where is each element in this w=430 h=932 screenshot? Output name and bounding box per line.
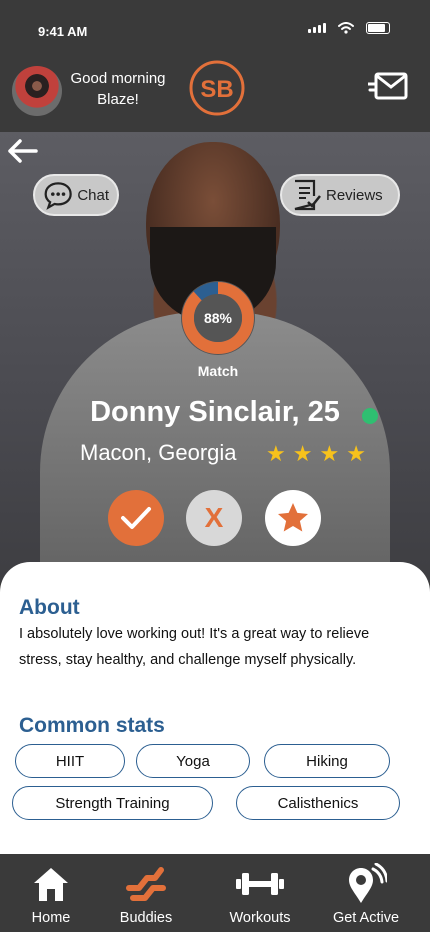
- about-text: I absolutely love working out! It's a gr…: [19, 626, 370, 668]
- reviews-button[interactable]: Reviews: [280, 174, 400, 216]
- rating-star-icon: ★: [346, 441, 366, 466]
- rating-star-icon: ★: [292, 441, 313, 466]
- rating-star-icon: ★: [319, 441, 340, 466]
- bottom-tab-bar: Home Buddies Workouts Get Active: [0, 854, 430, 932]
- stat-chip[interactable]: Strength Training: [12, 786, 213, 820]
- tab-home-label: Home: [31, 910, 71, 926]
- status-icons: [308, 22, 390, 34]
- wifi-icon: [338, 22, 354, 34]
- checkmark-icon: [121, 507, 151, 529]
- common-stats-title: Common stats: [19, 714, 165, 737]
- star-icon: [278, 503, 308, 532]
- tab-get-active[interactable]: Get Active: [326, 854, 406, 932]
- reject-button[interactable]: X: [186, 490, 242, 546]
- profile-hero: Chat Reviews 88% Match Donny Sinclair, 2…: [0, 132, 430, 582]
- signal-icon: [308, 23, 326, 33]
- match-label: Match: [197, 363, 239, 379]
- rating-star-icon: ★: [266, 441, 286, 466]
- avatar[interactable]: [12, 66, 62, 116]
- stat-chip[interactable]: Yoga: [136, 744, 250, 778]
- accept-button[interactable]: [108, 490, 164, 546]
- chat-label: Chat: [77, 186, 109, 204]
- profile-location: Macon, Georgia: [80, 440, 237, 465]
- stat-chip[interactable]: Hiking: [264, 744, 390, 778]
- about-title: About: [19, 596, 80, 619]
- back-arrow-icon[interactable]: [6, 136, 40, 166]
- tab-workouts-label: Workouts: [229, 910, 291, 926]
- logo-text: SB: [200, 76, 233, 103]
- status-time: 9:41 AM: [38, 24, 88, 39]
- chat-button[interactable]: Chat: [33, 174, 119, 216]
- buddies-icon: [126, 867, 166, 901]
- profile-name: Donny Sinclair, 25: [90, 396, 340, 428]
- reject-label: X: [204, 502, 224, 533]
- top-bar: Good morning Blaze! SB: [0, 56, 430, 132]
- tab-workouts[interactable]: Workouts: [222, 854, 298, 932]
- battery-icon: [366, 22, 390, 34]
- dumbbell-icon: [236, 873, 284, 895]
- reviews-document-icon: [294, 179, 321, 211]
- status-bar: 9:41 AM: [0, 0, 430, 56]
- stat-chip[interactable]: HIIT: [15, 744, 125, 778]
- location-pin-icon: [349, 863, 387, 903]
- tab-get-active-label: Get Active: [332, 910, 400, 926]
- stat-chip[interactable]: Calisthenics: [236, 786, 400, 820]
- match-percent: 88%: [203, 310, 233, 326]
- messages-icon[interactable]: [368, 68, 410, 104]
- online-status-dot: [362, 408, 378, 424]
- tab-buddies[interactable]: Buddies: [112, 854, 180, 932]
- greeting-text: Good morning Blaze!: [70, 70, 166, 108]
- reviews-label: Reviews: [326, 186, 383, 204]
- profile-details-card: About I absolutely love working out! It'…: [0, 562, 430, 854]
- rating-stars: ★ ★ ★ ★: [266, 442, 366, 466]
- favorite-button[interactable]: [265, 490, 321, 546]
- chat-bubble-icon: [44, 182, 72, 210]
- tab-home[interactable]: Home: [18, 854, 84, 932]
- home-icon: [34, 868, 68, 901]
- app-logo[interactable]: SB: [189, 60, 245, 116]
- tab-buddies-label: Buddies: [119, 910, 173, 926]
